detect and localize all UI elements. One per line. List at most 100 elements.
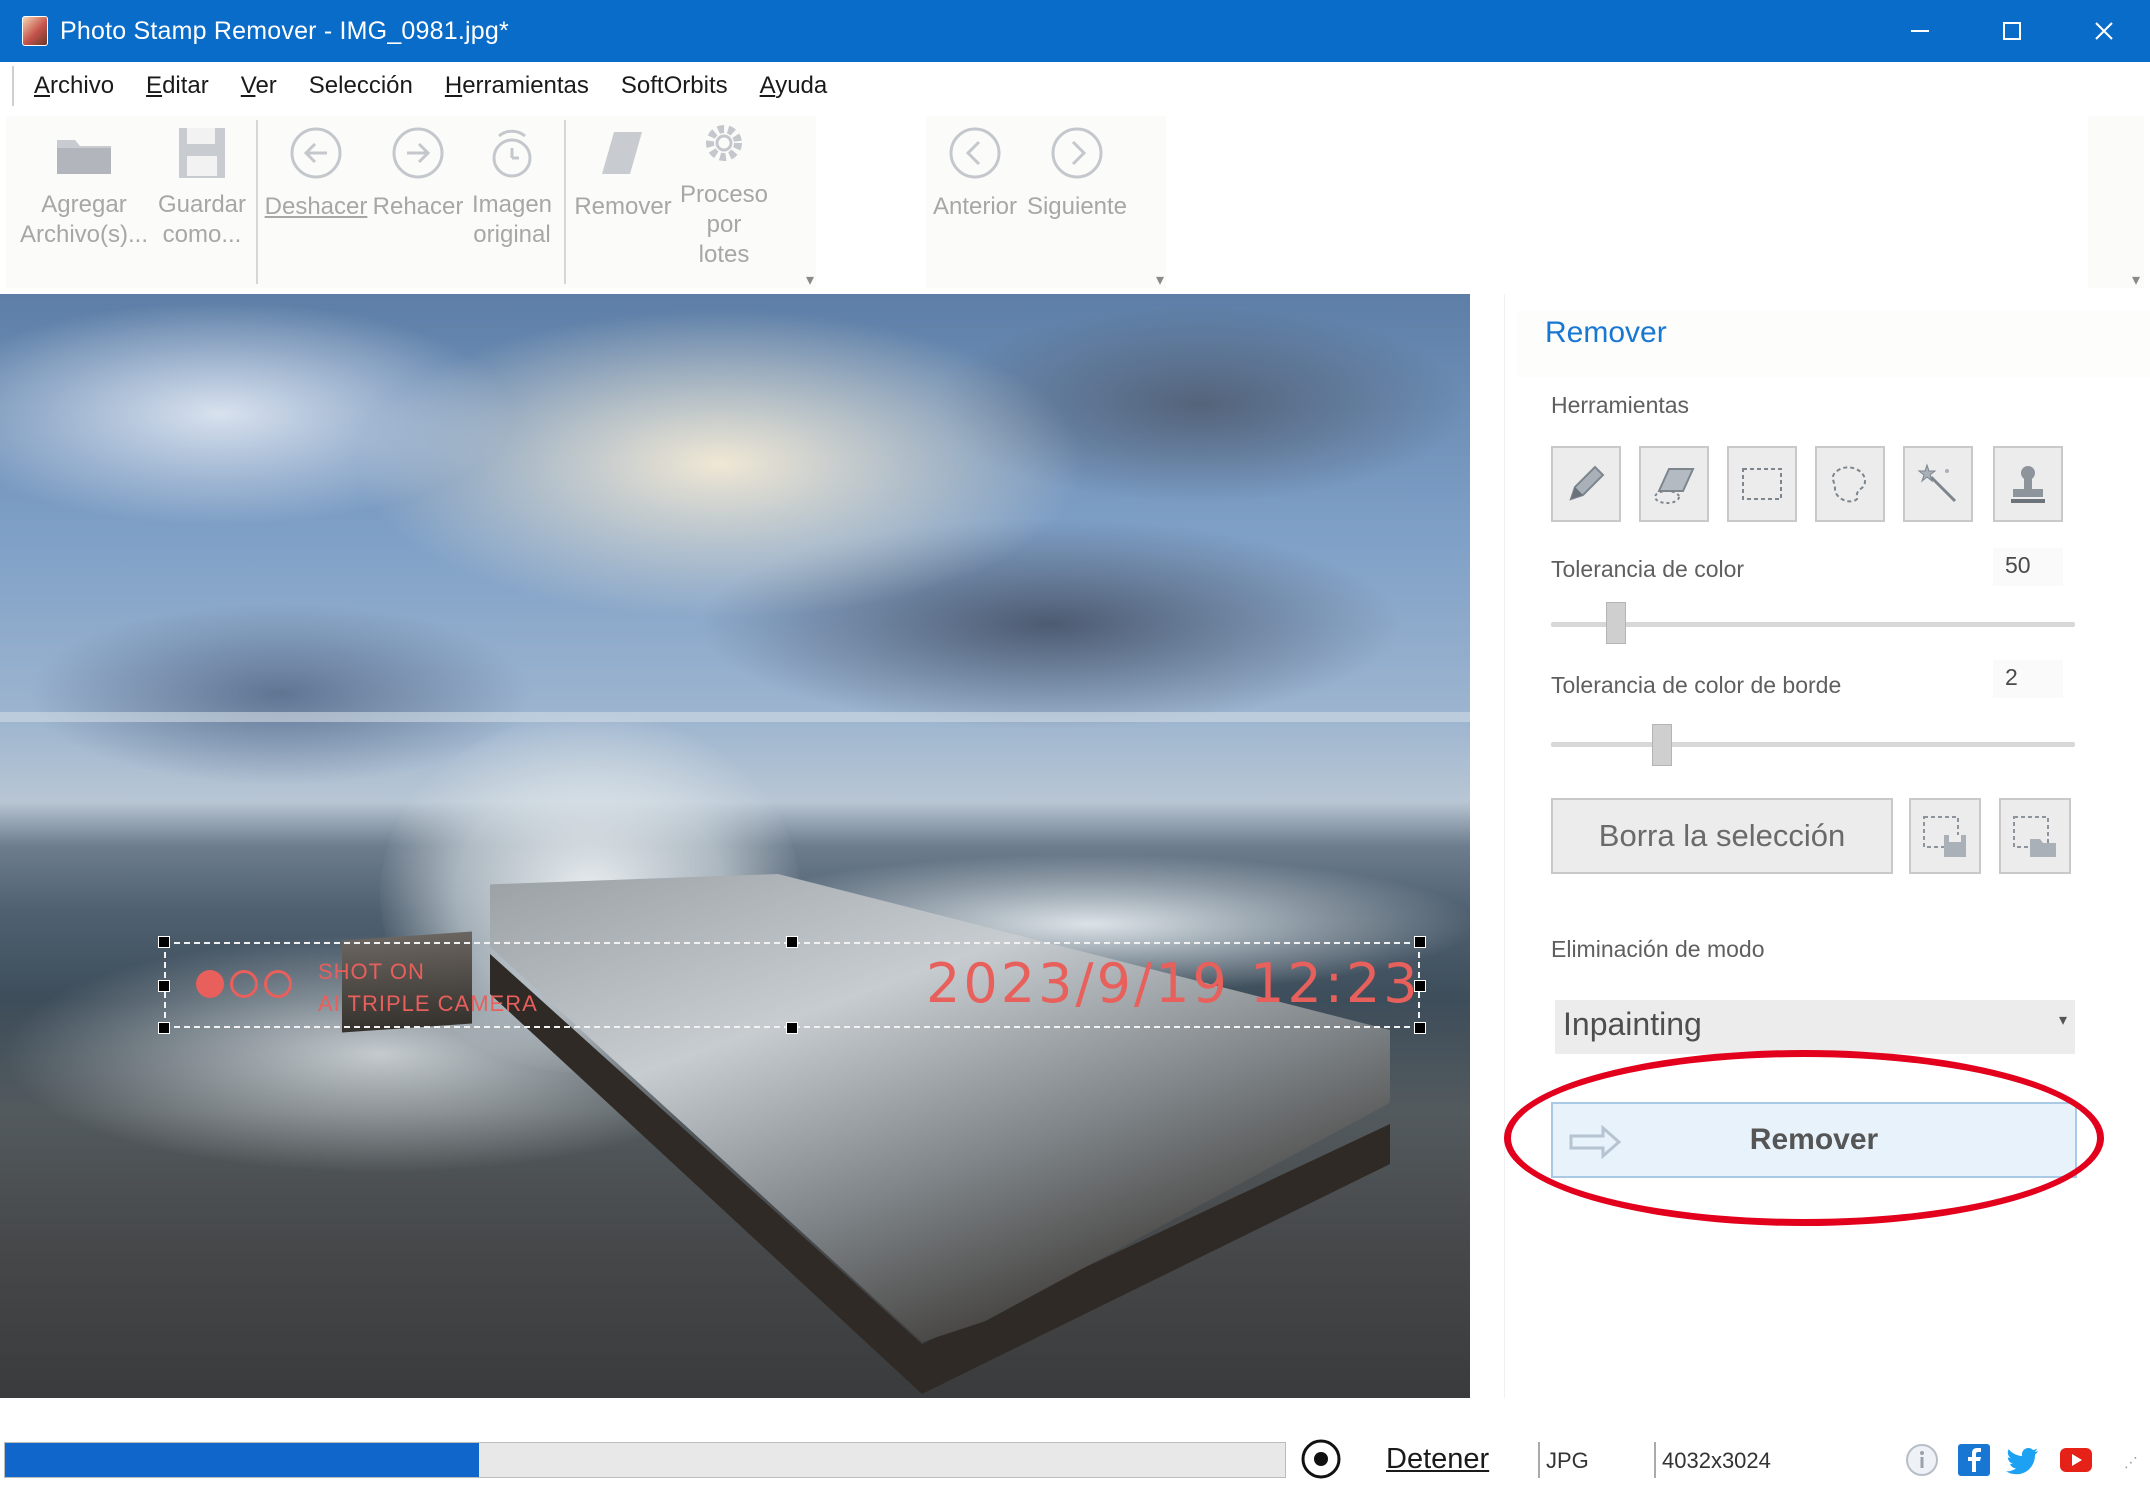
- save-as-label-1: Guardar: [157, 191, 247, 218]
- menu-archivo[interactable]: Archivo: [34, 72, 114, 100]
- lasso-icon: [1831, 466, 1867, 503]
- progress-fill: [5, 1443, 479, 1477]
- remove-button[interactable]: Remover: [1551, 1102, 2077, 1178]
- border-tolerance-label: Tolerancia de color de borde: [1551, 672, 1842, 698]
- window-controls: [1874, 0, 2150, 62]
- stamp-icon: [2011, 466, 2045, 503]
- color-tolerance-slider[interactable]: [1551, 622, 2075, 627]
- batch-button[interactable]: Proceso por lotes: [678, 102, 770, 270]
- selection-handle[interactable]: [1414, 936, 1426, 948]
- previous-icon: [949, 127, 1001, 179]
- selection-handle[interactable]: [1414, 980, 1426, 992]
- toolbar-separator: [564, 120, 566, 284]
- toolbar-group-extra: [2088, 116, 2144, 288]
- menu-accel: H: [444, 72, 463, 99]
- original-image-button[interactable]: Imagen original: [468, 112, 556, 250]
- mode-select-value: Inpainting: [1563, 1006, 1702, 1042]
- selection-handle[interactable]: [1414, 1022, 1426, 1034]
- save-selection-button[interactable]: [1909, 798, 1981, 874]
- border-tolerance-thumb[interactable]: [1651, 724, 1672, 766]
- next-button[interactable]: Siguiente: [1026, 112, 1128, 222]
- info-icon[interactable]: [1904, 1442, 1940, 1478]
- border-tolerance-slider[interactable]: [1551, 742, 2075, 747]
- remove-button-label: Remover: [1749, 1123, 1879, 1156]
- menu-grip: [12, 66, 14, 106]
- eraser-tool-button[interactable]: [1639, 446, 1709, 522]
- close-button[interactable]: [2058, 0, 2150, 62]
- selection-handle[interactable]: [158, 980, 170, 992]
- toolbar-overflow-arrow[interactable]: ▾: [1156, 270, 1164, 290]
- stop-button[interactable]: Detener: [1386, 1443, 1489, 1476]
- border-tolerance-value[interactable]: 2: [1993, 660, 2063, 698]
- toolbar-overflow-arrow[interactable]: ▾: [806, 270, 814, 290]
- menu-accel: E: [146, 72, 163, 99]
- menu-accel: A: [759, 72, 776, 99]
- remover-panel: Remover Herramientas Tolerancia de color…: [1504, 294, 2150, 1398]
- minimize-button[interactable]: [1874, 0, 1966, 62]
- stamp-tool-button[interactable]: [1993, 446, 2063, 522]
- magic-wand-tool-button[interactable]: [1903, 446, 1973, 522]
- resize-grip[interactable]: ⋰: [2124, 1454, 2138, 1471]
- panel-title[interactable]: Remover: [1545, 316, 1667, 350]
- menu-ayuda[interactable]: Ayuda: [760, 72, 828, 100]
- pencil-icon: [1569, 465, 1605, 501]
- menu-editar[interactable]: Editar: [146, 72, 209, 100]
- facebook-icon[interactable]: [1956, 1442, 1992, 1478]
- toolbar: Agregar Archivo(s)... Guardar como... De…: [0, 112, 2150, 292]
- magic-wand-icon: [1917, 463, 1957, 503]
- photo-horizon: [0, 712, 1470, 722]
- maximize-icon: [2003, 22, 2021, 40]
- redo-label: Rehacer: [372, 193, 464, 220]
- youtube-icon[interactable]: [2058, 1442, 2094, 1478]
- eraser-icon: [602, 132, 642, 174]
- undo-icon: [290, 127, 342, 179]
- next-icon: [1051, 127, 1103, 179]
- load-selection-button[interactable]: [1999, 798, 2071, 874]
- previous-button[interactable]: Anterior: [926, 112, 1024, 222]
- selection-handle[interactable]: [158, 936, 170, 948]
- file-format: JPG: [1546, 1448, 1589, 1473]
- color-tolerance-thumb[interactable]: [1606, 602, 1627, 644]
- add-files-label-1: Agregar: [41, 191, 127, 218]
- menu-softorbits[interactable]: SoftOrbits: [621, 72, 728, 100]
- original-image-label-1: Imagen: [471, 191, 553, 218]
- lasso-tool-button[interactable]: [1815, 446, 1885, 522]
- selection-handle[interactable]: [786, 1022, 798, 1034]
- color-tolerance-value[interactable]: 50: [1993, 548, 2063, 586]
- menu-ver[interactable]: Ver: [241, 72, 277, 100]
- add-files-button[interactable]: Agregar Archivo(s)...: [16, 112, 152, 250]
- menu-seleccion[interactable]: Selección: [309, 72, 413, 100]
- toolbar-overflow-arrow[interactable]: ▾: [2132, 270, 2140, 290]
- menu-rest: rchivo: [50, 72, 115, 99]
- menu-accel: A: [34, 72, 51, 99]
- stop-icon[interactable]: [1300, 1438, 1342, 1480]
- original-image-label-2: original: [473, 221, 551, 248]
- image-dimensions: 4032x3024: [1662, 1448, 1771, 1473]
- photo-canvas[interactable]: [0, 294, 1470, 1398]
- undo-button[interactable]: Deshacer: [264, 112, 368, 222]
- menu-rest: yuda: [775, 72, 828, 99]
- save-as-button[interactable]: Guardar como...: [156, 112, 248, 250]
- remove-toolbar-label: Remover: [574, 193, 672, 220]
- selection-handle[interactable]: [158, 1022, 170, 1034]
- gear-icon: [706, 125, 742, 161]
- rect-select-tool-button[interactable]: [1727, 446, 1797, 522]
- selection-rectangle[interactable]: [164, 942, 1420, 1028]
- redo-button[interactable]: Rehacer: [372, 112, 464, 222]
- clear-selection-button[interactable]: Borra la selección: [1551, 798, 1893, 874]
- menu-herramientas[interactable]: Herramientas: [445, 72, 589, 100]
- remove-toolbar-button[interactable]: Remover: [570, 112, 676, 222]
- previous-label: Anterior: [932, 193, 1018, 220]
- maximize-button[interactable]: [1966, 0, 2058, 62]
- batch-label-3: lotes: [698, 241, 750, 268]
- progress-bar: [4, 1442, 1286, 1478]
- minimize-icon: [1911, 30, 1929, 32]
- eraser-tool-icon: [1654, 468, 1695, 504]
- selection-handle[interactable]: [786, 936, 798, 948]
- color-tolerance-label: Tolerancia de color: [1551, 556, 1745, 582]
- app-icon: [22, 16, 48, 46]
- mode-select[interactable]: Inpainting ▾: [1555, 1000, 2075, 1054]
- tools-label: Herramientas: [1551, 392, 1690, 418]
- pencil-tool-button[interactable]: [1551, 446, 1621, 522]
- twitter-icon[interactable]: [2006, 1442, 2042, 1478]
